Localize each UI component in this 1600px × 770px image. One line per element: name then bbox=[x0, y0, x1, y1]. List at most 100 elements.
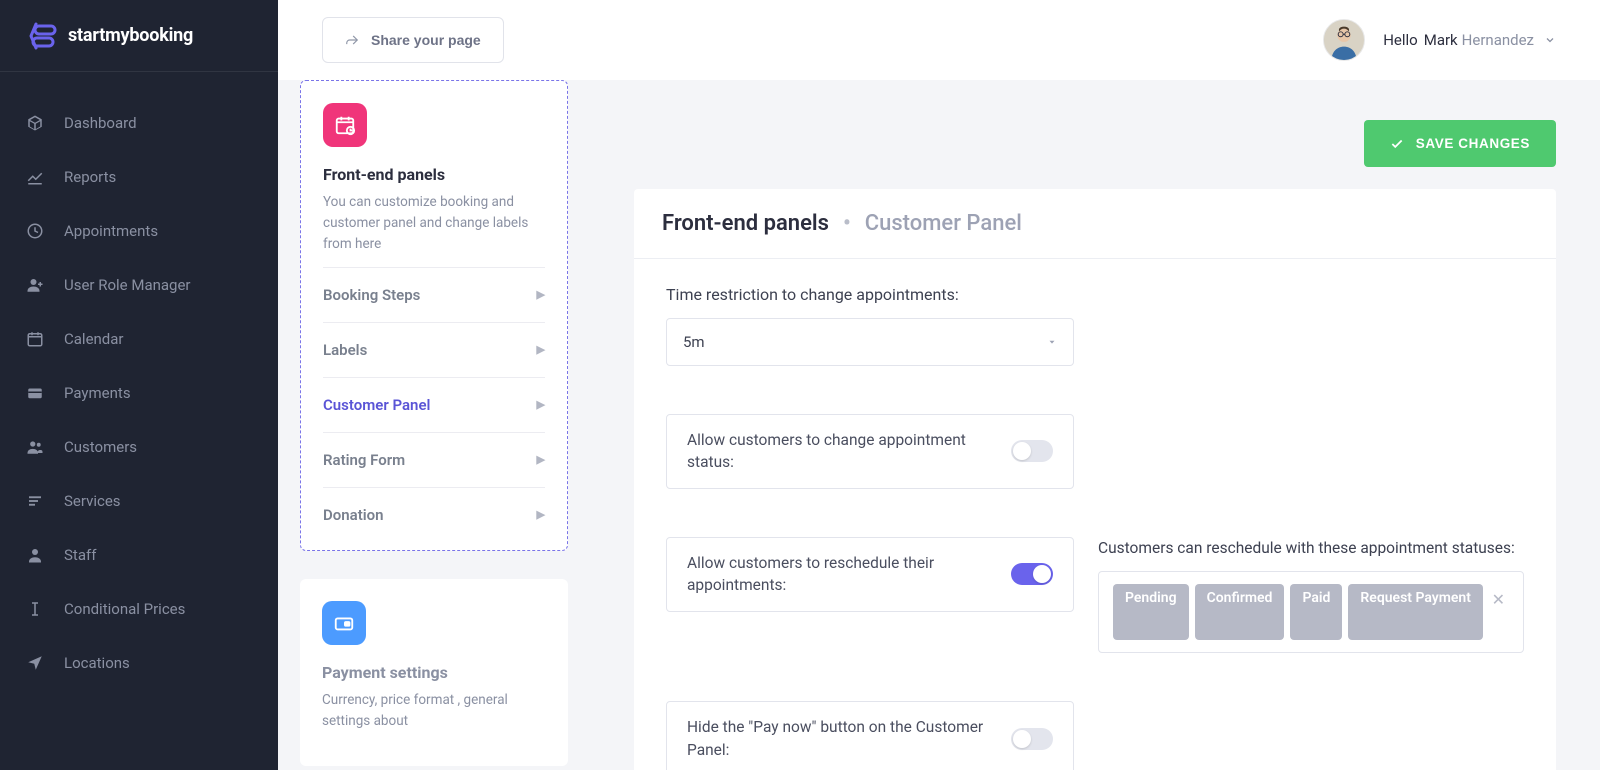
sidebar-item-reports[interactable]: Reports bbox=[0, 150, 278, 204]
time-restriction-label: Time restriction to change appointments: bbox=[666, 285, 1524, 304]
settings-item-label: Donation bbox=[323, 506, 384, 524]
sidebar-item-label: Calendar bbox=[64, 330, 124, 348]
clock-icon bbox=[26, 222, 44, 240]
brand-logo[interactable]: startmybooking bbox=[0, 0, 278, 72]
settings-item-booking-steps[interactable]: Booking Steps ▶ bbox=[323, 267, 545, 322]
payment-card-desc: Currency, price format , general setting… bbox=[322, 690, 546, 732]
time-restriction-select[interactable]: 5m bbox=[666, 318, 1074, 366]
settings-item-labels[interactable]: Labels ▶ bbox=[323, 322, 545, 377]
share-page-label: Share your page bbox=[371, 32, 481, 48]
avatar bbox=[1323, 19, 1365, 61]
sidebar-item-label: Services bbox=[64, 492, 121, 510]
frontend-card-icon bbox=[323, 103, 367, 147]
toggle-reschedule: Allow customers to reschedule their appo… bbox=[666, 537, 1074, 612]
payment-card-title: Payment settings bbox=[322, 663, 546, 682]
user-plus-icon bbox=[26, 276, 44, 294]
sidebar-item-locations[interactable]: Locations bbox=[0, 636, 278, 690]
person-icon bbox=[26, 546, 44, 564]
payment-settings-card: Payment settings Currency, price format … bbox=[300, 579, 568, 766]
reschedule-statuses-label: Customers can reschedule with these appo… bbox=[1098, 537, 1524, 559]
settings-column: Front-end panels You can customize booki… bbox=[278, 80, 590, 770]
reschedule-statuses-tags[interactable]: PendingConfirmedPaidRequest Payment ✕ bbox=[1098, 571, 1524, 653]
check-icon bbox=[1390, 137, 1404, 151]
frontend-card-desc: You can customize booking and customer p… bbox=[323, 192, 545, 255]
caret-right-icon: ▶ bbox=[537, 288, 545, 301]
caret-right-icon: ▶ bbox=[537, 398, 545, 411]
toggle-change-status-switch[interactable] bbox=[1011, 440, 1053, 462]
sidebar-item-label: User Role Manager bbox=[64, 276, 191, 294]
detail-column: SAVE CHANGES Front-end panels • Customer… bbox=[590, 80, 1600, 770]
status-tag[interactable]: Confirmed bbox=[1195, 584, 1285, 640]
status-tag[interactable]: Paid bbox=[1290, 584, 1342, 640]
breadcrumb-sub: Customer Panel bbox=[865, 211, 1022, 236]
users-icon bbox=[26, 438, 44, 456]
toggle-hide-paynow: Hide the "Pay now" button on the Custome… bbox=[666, 701, 1074, 770]
caret-right-icon: ▶ bbox=[537, 508, 545, 521]
settings-item-label: Customer Panel bbox=[323, 396, 430, 414]
status-tag[interactable]: Pending bbox=[1113, 584, 1189, 640]
sidebar-item-label: Locations bbox=[64, 654, 130, 672]
toggle-change-status-label: Allow customers to change appointment st… bbox=[687, 429, 991, 474]
sidebar-item-appointments[interactable]: Appointments bbox=[0, 204, 278, 258]
toggle-reschedule-label: Allow customers to reschedule their appo… bbox=[687, 552, 991, 597]
payment-card-icon bbox=[322, 601, 366, 645]
main: Share your page Hello Mark Hernandez bbox=[278, 0, 1600, 770]
status-tag[interactable]: Request Payment bbox=[1348, 584, 1483, 640]
brand-text: startmybooking bbox=[68, 25, 193, 46]
calendar-icon bbox=[26, 330, 44, 348]
sidebar-item-calendar[interactable]: Calendar bbox=[0, 312, 278, 366]
sidebar-item-label: Conditional Prices bbox=[64, 600, 185, 618]
sidebar: startmybooking Dashboard Reports Appointme… bbox=[0, 0, 278, 770]
toggle-hide-paynow-label: Hide the "Pay now" button on the Custome… bbox=[687, 716, 991, 761]
box-icon bbox=[26, 114, 44, 132]
cursor-icon bbox=[26, 600, 44, 618]
lines-icon bbox=[26, 492, 44, 510]
caret-right-icon: ▶ bbox=[537, 453, 545, 466]
time-restriction-value: 5m bbox=[683, 333, 705, 351]
sidebar-item-label: Reports bbox=[64, 168, 116, 186]
sidebar-item-customers[interactable]: Customers bbox=[0, 420, 278, 474]
caret-right-icon: ▶ bbox=[537, 343, 545, 356]
clear-tags-icon[interactable]: ✕ bbox=[1492, 590, 1505, 609]
settings-item-rating-form[interactable]: Rating Form ▶ bbox=[323, 432, 545, 487]
detail-breadcrumb: Front-end panels • Customer Panel bbox=[634, 189, 1556, 259]
settings-item-label: Booking Steps bbox=[323, 286, 420, 304]
breadcrumb-main: Front-end panels bbox=[662, 211, 829, 236]
sidebar-item-label: Payments bbox=[64, 384, 131, 402]
save-changes-button[interactable]: SAVE CHANGES bbox=[1364, 120, 1556, 167]
sidebar-item-dashboard[interactable]: Dashboard bbox=[0, 96, 278, 150]
toggle-reschedule-switch[interactable] bbox=[1011, 563, 1053, 585]
sidebar-item-label: Dashboard bbox=[64, 114, 137, 132]
chevron-down-icon bbox=[1047, 337, 1057, 347]
toggle-hide-paynow-switch[interactable] bbox=[1011, 728, 1053, 750]
sidebar-item-payments[interactable]: Payments bbox=[0, 366, 278, 420]
chart-icon bbox=[26, 168, 44, 186]
brand-icon bbox=[28, 20, 60, 52]
topbar: Share your page Hello Mark Hernandez bbox=[278, 0, 1600, 80]
sidebar-item-conditional-prices[interactable]: Conditional Prices bbox=[0, 582, 278, 636]
frontend-panels-card: Front-end panels You can customize booki… bbox=[300, 80, 568, 551]
sidebar-item-user-role-manager[interactable]: User Role Manager bbox=[0, 258, 278, 312]
sidebar-item-staff[interactable]: Staff bbox=[0, 528, 278, 582]
settings-item-customer-panel[interactable]: Customer Panel ▶ bbox=[323, 377, 545, 432]
frontend-card-title: Front-end panels bbox=[323, 165, 545, 184]
settings-item-label: Labels bbox=[323, 341, 367, 359]
settings-item-label: Rating Form bbox=[323, 451, 405, 469]
settings-item-donation[interactable]: Donation ▶ bbox=[323, 487, 545, 542]
share-icon bbox=[345, 33, 359, 47]
sidebar-item-label: Appointments bbox=[64, 222, 158, 240]
share-page-button[interactable]: Share your page bbox=[322, 17, 504, 63]
sidebar-item-label: Customers bbox=[64, 438, 137, 456]
wallet-icon bbox=[26, 384, 44, 402]
chevron-down-icon bbox=[1544, 34, 1556, 46]
toggle-change-status: Allow customers to change appointment st… bbox=[666, 414, 1074, 489]
sidebar-nav: Dashboard Reports Appointments User Role Ma… bbox=[0, 72, 278, 690]
sidebar-item-services[interactable]: Services bbox=[0, 474, 278, 528]
sidebar-item-label: Staff bbox=[64, 546, 96, 564]
location-icon bbox=[26, 654, 44, 672]
user-menu[interactable]: Hello Mark Hernandez bbox=[1323, 19, 1556, 61]
detail-card: Front-end panels • Customer Panel Time r… bbox=[634, 189, 1556, 770]
greeting: Hello Mark Hernandez bbox=[1383, 31, 1556, 49]
frontend-card-items: Booking Steps▶Labels▶Customer Panel▶Rati… bbox=[301, 267, 567, 550]
breadcrumb-dot-icon: • bbox=[843, 211, 851, 236]
